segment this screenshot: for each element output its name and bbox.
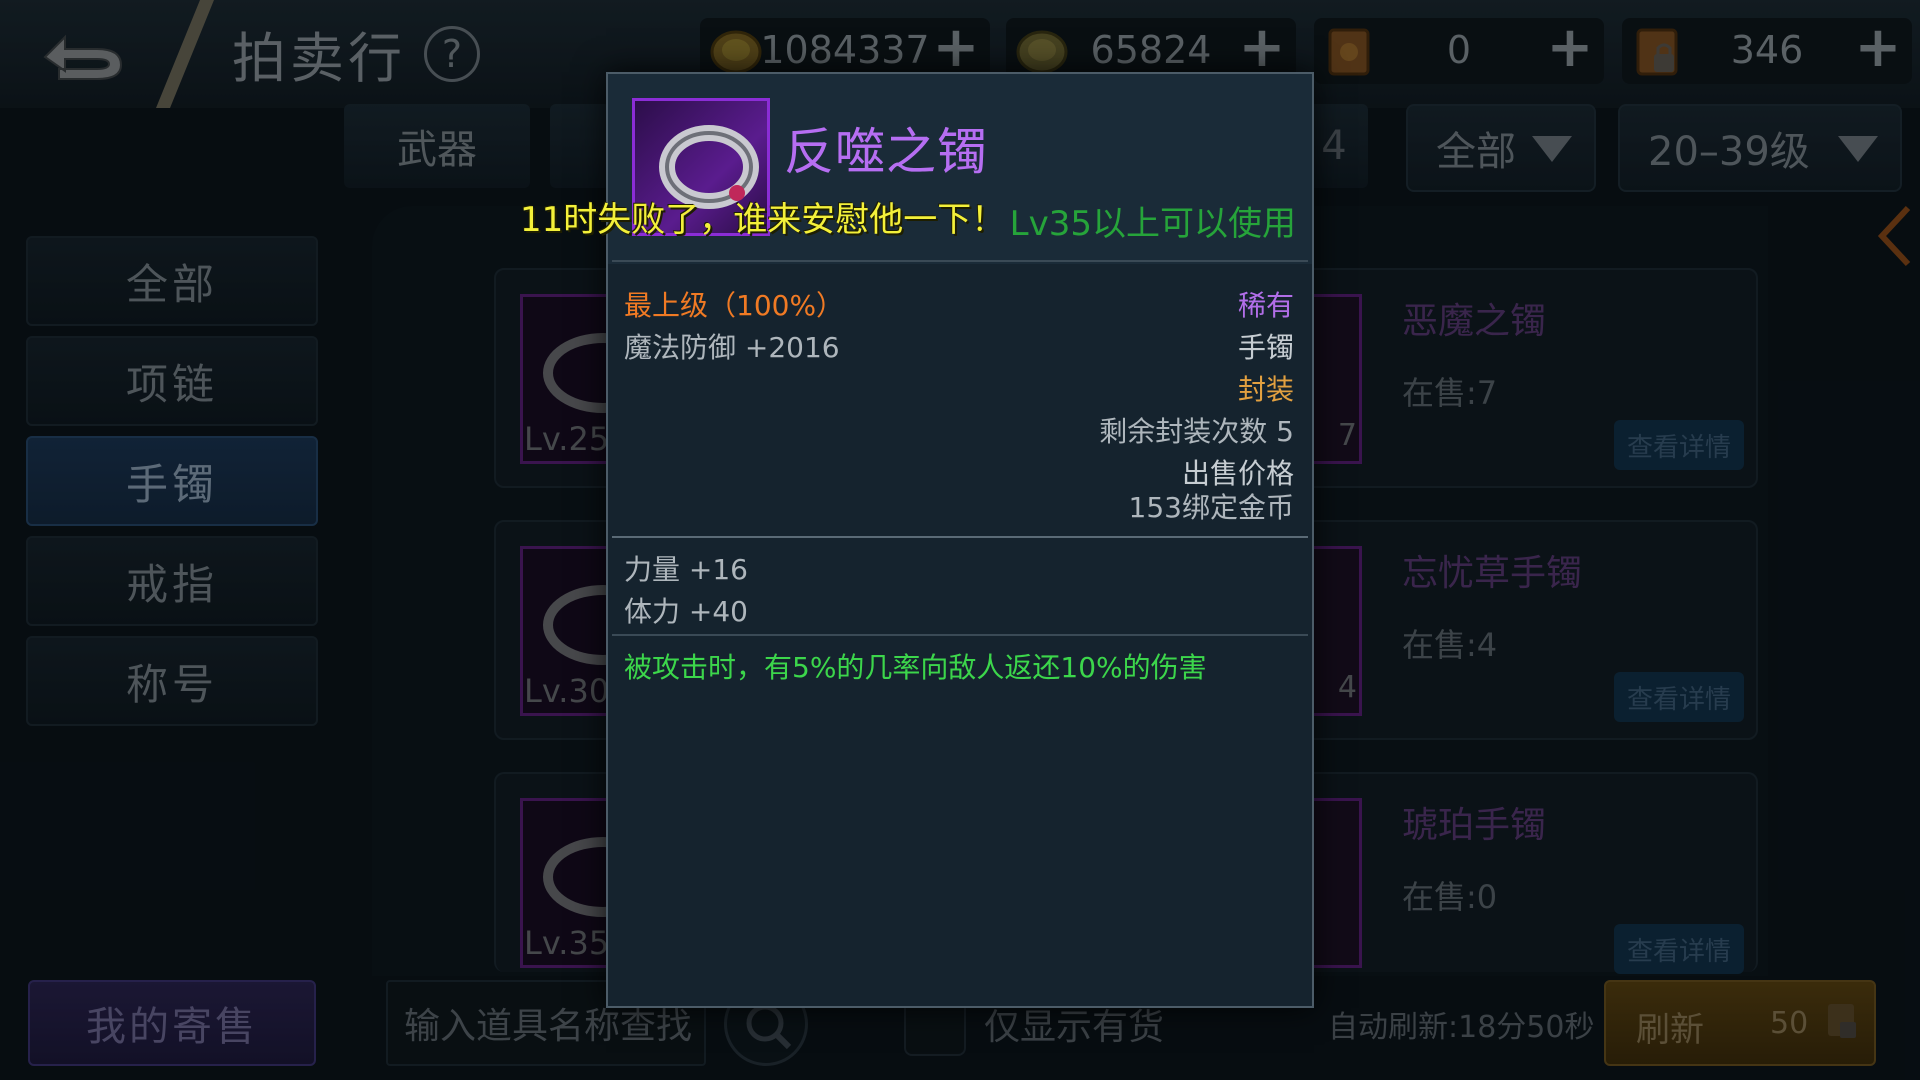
sealed-status: 封装: [1237, 373, 1294, 406]
item-quality: 最上级（100%）: [624, 289, 845, 322]
divider: [612, 536, 1308, 538]
level-requirement: Lv35以上可以使用: [1009, 204, 1296, 244]
seal-remaining: 剩余封装次数 5: [1099, 415, 1294, 448]
item-rarity: 稀有: [1237, 289, 1294, 322]
special-effect: 被攻击时，有5%的几率向敌人返还10%的伤害: [624, 651, 1207, 684]
divider: [612, 634, 1308, 636]
chat-broadcast: 11时失败了，谁来安慰他一下！: [520, 200, 1006, 240]
divider: [612, 260, 1308, 262]
stamina-stat: 体力 +40: [624, 595, 748, 628]
magic-defense-stat: 魔法防御 +2016: [624, 331, 840, 364]
strength-stat: 力量 +16: [624, 553, 748, 586]
sell-price: 153绑定金币: [1128, 491, 1294, 524]
item-slot: 手镯: [1237, 331, 1294, 364]
item-name: 反噬之镯: [784, 123, 988, 181]
